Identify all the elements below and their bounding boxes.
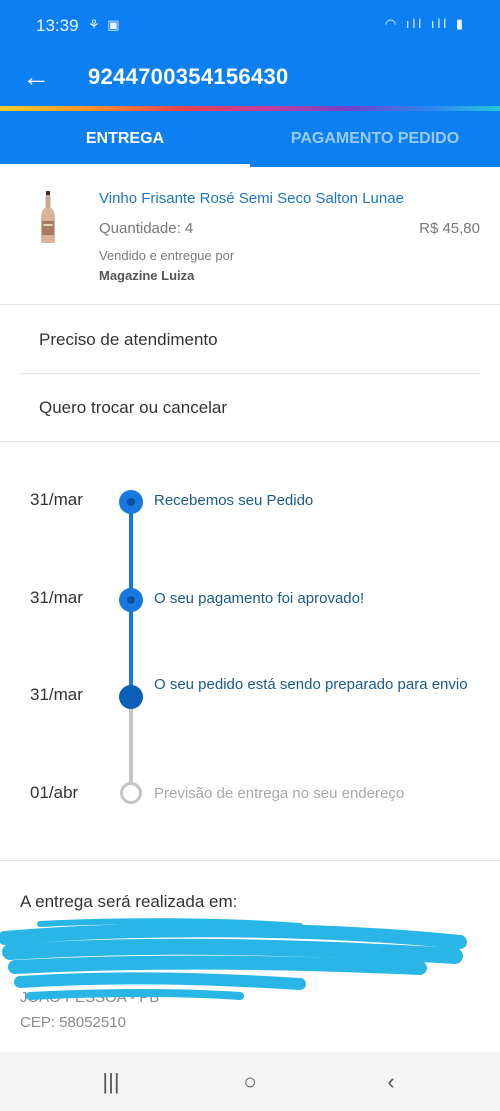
status-bar: 13:39 ⚘ ▣ ◠ ıll ıll ▮ — [0, 0, 500, 50]
product-quantity: Quantidade: 4 — [99, 220, 194, 237]
seller-name: Magazine Luiza — [99, 268, 195, 283]
delivery-timeline: 31/mar Recebemos seu Pedido 31/mar O seu… — [0, 443, 500, 861]
option-label: Preciso de atendimento — [39, 330, 218, 349]
product-item: Vinho Frisante Rosé Semi Seco Salton Lun… — [0, 167, 500, 305]
redaction-scribble — [0, 918, 467, 1000]
timeline-text: Recebemos seu Pedido — [154, 492, 314, 509]
step-done-icon — [119, 588, 143, 612]
nav-back-icon[interactable]: ‹ — [371, 1066, 411, 1098]
home-icon[interactable]: ○ — [230, 1066, 270, 1098]
timeline-date: 01/abr — [30, 783, 79, 802]
product-price: R$ 45,80 — [419, 220, 480, 237]
option-trocar-cancelar[interactable]: Quero trocar ou cancelar — [0, 374, 500, 442]
recents-icon[interactable]: ||| — [91, 1066, 131, 1098]
tab-entrega[interactable]: ENTREGA — [0, 111, 250, 167]
signal-battery-icons: ◠ ıll ıll ▮ — [384, 16, 466, 31]
step-done-icon — [119, 490, 143, 514]
address-cep: CEP: 58052510 — [20, 1014, 126, 1031]
sold-by-label: Vendido e entregue por — [99, 248, 235, 263]
option-preciso-atendimento[interactable]: Preciso de atendimento — [0, 306, 500, 374]
step-current-icon — [119, 685, 143, 709]
system-nav-bar: ||| ○ ‹ — [0, 1052, 500, 1111]
tab-pagamento-pedido[interactable]: PAGAMENTO PEDIDO — [250, 111, 500, 167]
back-arrow-icon[interactable]: ← — [22, 60, 52, 94]
notification-icons: ⚘ ▣ — [88, 17, 122, 32]
tab-bar: ENTREGA PAGAMENTO PEDIDO — [0, 111, 500, 167]
app-bar: ← 9244700354156430 — [0, 50, 500, 106]
delivery-address: A entrega será realizada em: JOAO PESSOA… — [0, 862, 500, 1052]
timeline-line-pending — [129, 696, 133, 784]
timeline-text: O seu pagamento foi aprovado! — [154, 590, 365, 607]
wine-bottle-image — [41, 191, 55, 243]
status-time: 13:39 — [36, 16, 79, 35]
order-number-title: 9244700354156430 — [88, 64, 289, 89]
timeline-date: 31/mar — [30, 490, 83, 509]
product-name-link[interactable]: Vinho Frisante Rosé Semi Seco Salton Lun… — [99, 190, 404, 207]
address-title: A entrega será realizada em: — [20, 892, 238, 911]
step-pending-icon — [120, 782, 142, 804]
option-label: Quero trocar ou cancelar — [39, 398, 228, 417]
timeline-date: 31/mar — [30, 588, 83, 607]
timeline-text: Previsão de entrega no seu endereço — [154, 785, 405, 802]
timeline-date: 31/mar — [30, 685, 83, 704]
timeline-text: O seu pedido está sendo preparado para e… — [154, 676, 468, 693]
